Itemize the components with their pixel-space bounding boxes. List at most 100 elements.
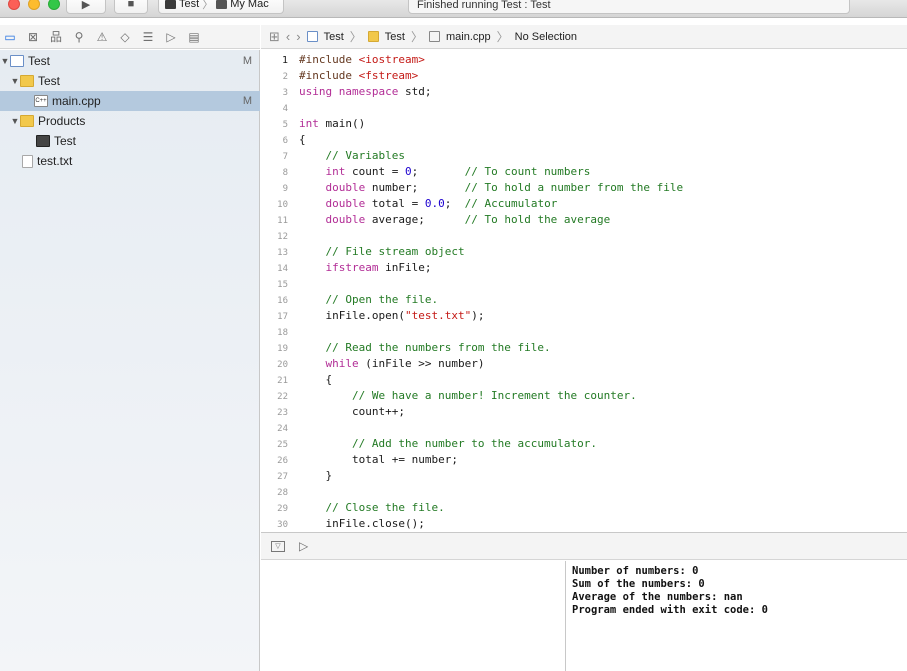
- code-line[interactable]: 16 // Open the file.: [261, 292, 907, 308]
- breadcrumb-selection[interactable]: No Selection: [515, 31, 577, 43]
- code-text[interactable]: // Read the numbers from the file.: [299, 341, 551, 354]
- code-line[interactable]: 6{: [261, 132, 907, 148]
- disclosure-icon[interactable]: ▼: [10, 116, 20, 126]
- code-text[interactable]: // File stream object: [299, 245, 465, 258]
- issue-icon[interactable]: ⚠: [95, 30, 109, 44]
- code-text[interactable]: double total = 0.0; // Accumulator: [299, 197, 558, 210]
- line-number: 27: [277, 472, 288, 482]
- line-number: 28: [277, 488, 288, 498]
- code-text[interactable]: total += number;: [299, 453, 458, 466]
- code-text[interactable]: // Variables: [299, 149, 405, 162]
- code-text[interactable]: // Open the file.: [299, 293, 439, 306]
- run-button[interactable]: ▶: [66, 0, 106, 14]
- code-line[interactable]: 28: [261, 484, 907, 500]
- nav-item-folder-test[interactable]: ▼ Test: [0, 71, 260, 91]
- nav-item-test-txt[interactable]: test.txt: [0, 151, 260, 171]
- code-line[interactable]: 5 int main(): [261, 116, 907, 132]
- code-line[interactable]: 7 // Variables: [261, 148, 907, 164]
- minimize-window-button[interactable]: [28, 0, 40, 10]
- disclosure-icon[interactable]: ▼: [0, 56, 10, 66]
- code-text[interactable]: {: [299, 373, 332, 386]
- breakpoint-icon[interactable]: ▷: [164, 30, 178, 44]
- code-line[interactable]: 27 }: [261, 468, 907, 484]
- code-line[interactable]: 23 count++;: [261, 404, 907, 420]
- code-line[interactable]: 11 double average; // To hold the averag…: [261, 212, 907, 228]
- folder-icon[interactable]: ▭: [3, 30, 17, 44]
- hide-debug-area-icon[interactable]: ▽: [271, 540, 285, 552]
- code-text[interactable]: // We have a number! Increment the count…: [299, 389, 637, 402]
- debug-icon[interactable]: ☰: [141, 30, 155, 44]
- code-text[interactable]: count++;: [299, 405, 405, 418]
- code-line[interactable]: 12: [261, 228, 907, 244]
- nav-item-product-test[interactable]: Test: [0, 131, 260, 151]
- nav-item-label: Test: [54, 134, 77, 148]
- code-line[interactable]: 14 ifstream inFile;: [261, 260, 907, 276]
- related-items-icon[interactable]: ⊞: [269, 29, 280, 45]
- code-line[interactable]: 1 #include <iostream>: [261, 52, 907, 68]
- nav-item-project[interactable]: ▼ Test M: [0, 51, 260, 71]
- line-number: 5: [282, 120, 288, 130]
- code-text[interactable]: inFile.open("test.txt");: [299, 309, 484, 322]
- code-line[interactable]: 17 inFile.open("test.txt");: [261, 308, 907, 324]
- code-text[interactable]: double number; // To hold a number from …: [299, 181, 684, 194]
- scheme-selector[interactable]: Test 〉 My Mac: [158, 0, 284, 14]
- code-text[interactable]: #include <fstream>: [299, 69, 418, 82]
- forward-arrow-icon[interactable]: ›: [296, 29, 300, 44]
- code-text[interactable]: int main(): [299, 117, 365, 130]
- code-text[interactable]: while (inFile >> number): [299, 357, 485, 370]
- code-text[interactable]: inFile.close();: [299, 517, 424, 530]
- find-icon[interactable]: ⚲: [72, 30, 86, 44]
- code-text[interactable]: double average; // To hold the average: [299, 213, 611, 226]
- code-line[interactable]: 29 // Close the file.: [261, 500, 907, 516]
- code-text[interactable]: }: [299, 469, 332, 482]
- back-arrow-icon[interactable]: ‹: [286, 29, 290, 44]
- disclosure-icon[interactable]: ▼: [10, 76, 20, 86]
- nav-item-main-cpp[interactable]: C++ main.cpp M: [0, 91, 260, 111]
- chevron-right-icon: 〉: [349, 30, 362, 44]
- code-text[interactable]: // Close the file.: [299, 501, 445, 514]
- console-output[interactable]: Number of numbers: 0 Sum of the numbers: …: [567, 561, 907, 671]
- code-line[interactable]: 4: [261, 100, 907, 116]
- code-line[interactable]: 24: [261, 420, 907, 436]
- stop-button[interactable]: ■: [114, 0, 148, 14]
- code-text[interactable]: // Add the number to the accumulator.: [299, 437, 597, 450]
- code-line[interactable]: 13 // File stream object: [261, 244, 907, 260]
- code-text[interactable]: {: [299, 133, 306, 146]
- variables-view[interactable]: [261, 561, 566, 671]
- code-text[interactable]: #include <iostream>: [299, 53, 425, 66]
- chevron-right-icon: 〉: [410, 30, 423, 44]
- code-line[interactable]: 18: [261, 324, 907, 340]
- nav-item-products[interactable]: ▼ Products: [0, 111, 260, 131]
- breadcrumb-project[interactable]: Test: [324, 31, 344, 43]
- report-icon[interactable]: ▤: [187, 30, 201, 44]
- code-line[interactable]: 9 double number; // To hold a number fro…: [261, 180, 907, 196]
- code-line[interactable]: 2 #include <fstream>: [261, 68, 907, 84]
- code-line[interactable]: 25 // Add the number to the accumulator.: [261, 436, 907, 452]
- zoom-window-button[interactable]: [48, 0, 60, 10]
- source-editor[interactable]: 1 #include <iostream> 2 #include <fstream> 3…: [261, 50, 907, 532]
- code-line[interactable]: 15: [261, 276, 907, 292]
- code-text[interactable]: ifstream inFile;: [299, 261, 432, 274]
- code-line[interactable]: 8 int count = 0; // To count numbers: [261, 164, 907, 180]
- project-navigator: ▼ Test M ▼ Test C++ main.cpp M ▼ Product…: [0, 50, 260, 671]
- code-line[interactable]: 30 inFile.close();: [261, 516, 907, 532]
- breadcrumb-file[interactable]: main.cpp: [446, 31, 491, 43]
- code-line[interactable]: 19 // Read the numbers from the file.: [261, 340, 907, 356]
- console-line: Number of numbers: 0: [572, 565, 699, 577]
- code-line[interactable]: 20 while (inFile >> number): [261, 356, 907, 372]
- breakpoints-toggle-icon[interactable]: ▷: [299, 539, 308, 553]
- code-line[interactable]: 22 // We have a number! Increment the co…: [261, 388, 907, 404]
- code-line[interactable]: 21 {: [261, 372, 907, 388]
- breadcrumb-folder[interactable]: Test: [385, 31, 405, 43]
- code-line[interactable]: 3 using namespace std;: [261, 84, 907, 100]
- code-text[interactable]: int count = 0; // To count numbers: [299, 165, 591, 178]
- test-icon[interactable]: ◇: [118, 30, 132, 44]
- symbol-icon[interactable]: 品: [49, 30, 63, 44]
- code-text[interactable]: using namespace std;: [299, 85, 431, 98]
- code-line[interactable]: 10 double total = 0.0; // Accumulator: [261, 196, 907, 212]
- line-number: 2: [282, 72, 288, 82]
- code-line[interactable]: 26 total += number;: [261, 452, 907, 468]
- app-icon: [165, 0, 176, 9]
- source-control-icon[interactable]: ⊠: [26, 30, 40, 44]
- close-window-button[interactable]: [8, 0, 20, 10]
